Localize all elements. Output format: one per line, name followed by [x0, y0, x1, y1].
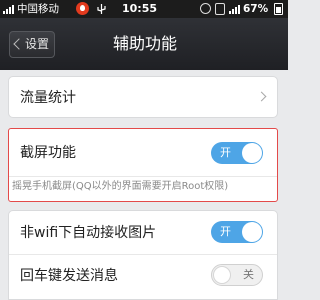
- title-bar: 设置 辅助功能: [0, 18, 288, 70]
- signal-icon: [3, 4, 14, 14]
- battery-icon: [274, 3, 283, 15]
- toggle-knob: [242, 143, 262, 163]
- non-wifi-images-label: 非wifi下自动接收图片: [20, 225, 157, 241]
- vibrate-icon: [215, 3, 225, 15]
- page-title: 辅助功能: [112, 34, 177, 53]
- divider: [9, 254, 277, 255]
- toggle-knob: [213, 266, 231, 284]
- traffic-stats-label: 流量统计: [20, 90, 76, 106]
- signal-icon: [229, 4, 240, 14]
- alarm-icon: [200, 3, 211, 14]
- screenshot-label: 截屏功能: [20, 145, 76, 161]
- screenshot-toggle[interactable]: 开: [211, 142, 263, 164]
- status-bar: 中国移动 10:55 67%: [0, 0, 288, 18]
- battery-percentage: 67%: [243, 3, 269, 15]
- traffic-stats-row[interactable]: 流量统计: [8, 76, 278, 118]
- non-wifi-images-toggle[interactable]: 开: [211, 221, 263, 243]
- toggle-off-label: 关: [243, 268, 254, 281]
- screenshot-setting-card: 截屏功能 开 摇晃手机截屏(QQ以外的界面需要开启Root权限): [8, 128, 278, 202]
- chevron-right-icon: [256, 91, 267, 102]
- usb-icon: [97, 4, 106, 14]
- enter-send-toggle[interactable]: 关: [211, 264, 263, 286]
- qq-icon: [76, 2, 89, 15]
- message-settings-card: 非wifi下自动接收图片 开 回车键发送消息 关: [8, 210, 278, 300]
- toggle-knob: [242, 222, 262, 242]
- carrier-name: 中国移动: [17, 3, 59, 15]
- clock: 10:55: [122, 2, 158, 15]
- screenshot-description: 摇晃手机截屏(QQ以外的界面需要开启Root权限): [12, 181, 229, 192]
- toggle-on-label: 开: [220, 225, 231, 238]
- toggle-on-label: 开: [220, 146, 231, 159]
- screen: 中国移动 10:55 67% 设置 辅助功能 流量统计 截屏功能 开 摇晃手机截…: [0, 0, 288, 300]
- enter-send-label: 回车键发送消息: [20, 268, 118, 284]
- divider: [9, 176, 277, 177]
